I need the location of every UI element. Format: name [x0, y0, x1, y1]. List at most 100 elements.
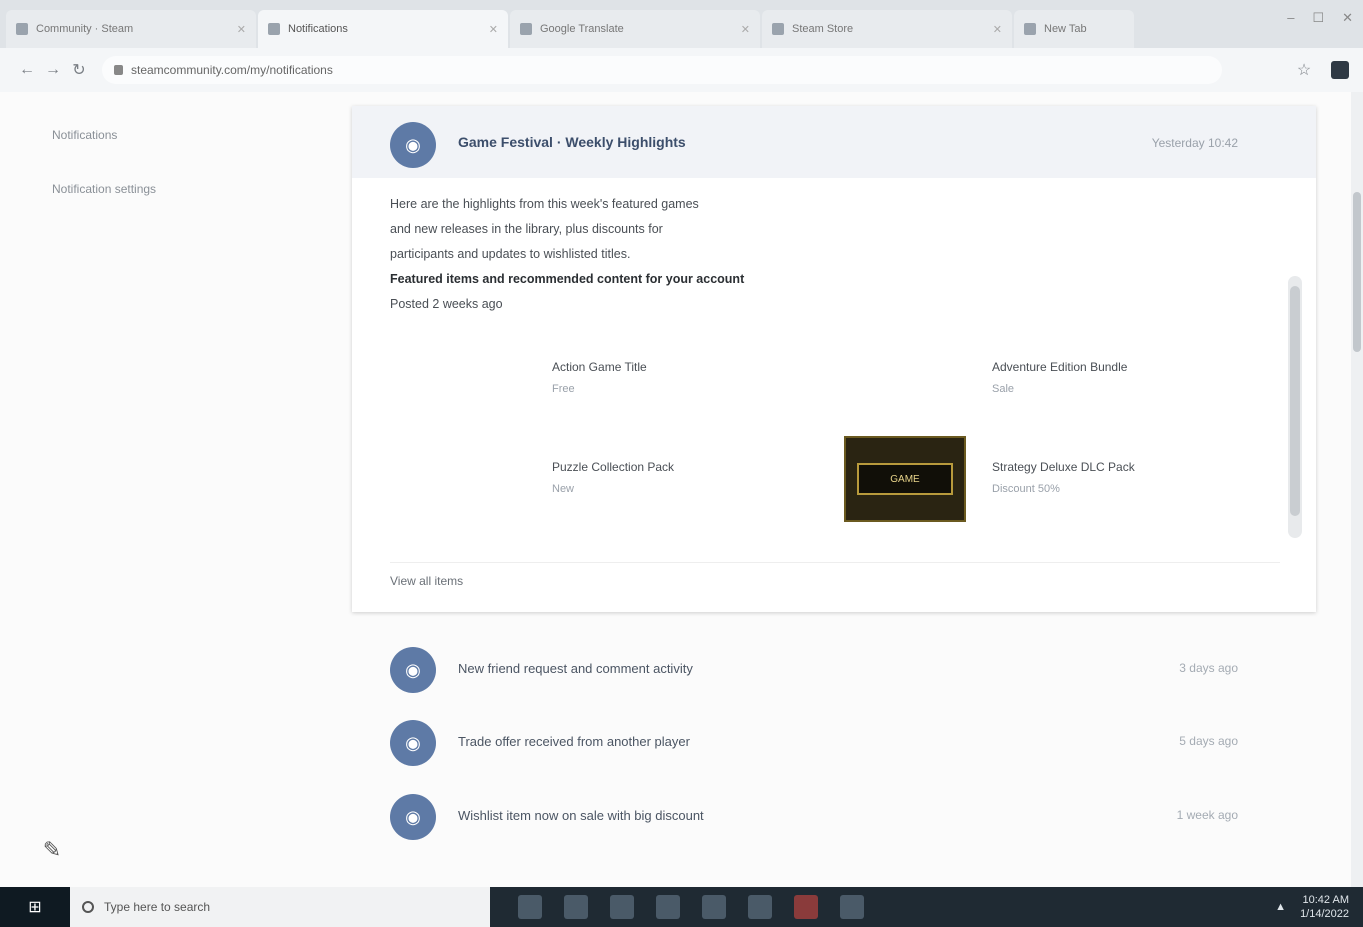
avatar: ◉: [390, 794, 436, 840]
notification-title: Wishlist item now on sale with big disco…: [458, 808, 704, 823]
avatar: ◉: [390, 720, 436, 766]
tab-0[interactable]: Community · Steam ✕: [6, 10, 256, 48]
clock-date: 1/14/2022: [1300, 908, 1349, 920]
extension-icon[interactable]: [1331, 61, 1349, 79]
tab-favicon-icon: [16, 23, 28, 35]
tab-1[interactable]: Notifications ✕: [258, 10, 508, 48]
avatar: ◉: [390, 647, 436, 693]
grid-item-sub: Sale: [992, 383, 1015, 395]
tab-close-icon[interactable]: ✕: [489, 23, 498, 36]
mail-icon[interactable]: [702, 895, 726, 919]
page-scrollbar-thumb[interactable]: [1353, 192, 1361, 352]
tab-favicon-icon: [1024, 23, 1036, 35]
forward-arrow-icon[interactable]: →: [40, 61, 66, 79]
pencil-icon[interactable]: ✎: [34, 832, 70, 868]
avatar: ◉: [390, 122, 436, 168]
app-icon[interactable]: [794, 895, 818, 919]
tab-favicon-icon: [520, 23, 532, 35]
expanded-notification: ◉ Game Festival · Weekly Highlights Yest…: [352, 106, 1316, 612]
tab-3[interactable]: Steam Store ✕: [762, 10, 1012, 48]
browser-icon[interactable]: [610, 895, 634, 919]
list-item[interactable]: ◉ Wishlist item now on sale with big dis…: [352, 784, 1316, 850]
notification-time: Yesterday 10:42: [1151, 136, 1238, 150]
window-controls: – ☐ ✕: [1287, 10, 1353, 26]
grid-item-title: Puzzle Collection Pack: [552, 460, 675, 474]
address-bar[interactable]: steamcommunity.com/my/notifications: [102, 56, 1222, 84]
notification-time: 1 week ago: [1176, 808, 1238, 822]
tab-favicon-icon: [268, 23, 280, 35]
notification-title: Trade offer received from another player: [458, 734, 690, 749]
grid-item-title: Adventure Edition Bundle: [992, 360, 1128, 374]
body-line: Posted 2 weeks ago: [390, 297, 503, 311]
reload-icon[interactable]: ↻: [66, 60, 92, 80]
grid-item-sub: Discount 50%: [992, 483, 1060, 495]
body-line: Here are the highlights from this week's…: [390, 197, 699, 211]
grid-item[interactable]: Adventure Edition Bundle Sale: [992, 356, 1127, 400]
pinned-apps: [518, 895, 864, 919]
body-line: participants and updates to wishlisted t…: [390, 247, 631, 261]
task-view-icon[interactable]: [518, 895, 542, 919]
minimize-button[interactable]: –: [1287, 10, 1294, 26]
network-icon[interactable]: ▲: [1275, 901, 1286, 913]
grid-item-sub: New: [552, 483, 575, 495]
notification-title: Game Festival · Weekly Highlights: [458, 134, 686, 150]
steam-icon[interactable]: [748, 895, 772, 919]
list-item[interactable]: ◉ New friend request and comment activit…: [352, 637, 1316, 703]
tab-4[interactable]: New Tab: [1014, 10, 1134, 48]
tab-2[interactable]: Google Translate ✕: [510, 10, 760, 48]
notification-time: 3 days ago: [1179, 661, 1238, 675]
windows-start-icon[interactable]: ⊞: [0, 887, 70, 927]
sidebar: Notifications Notification settings ✎: [0, 92, 330, 887]
divider: [390, 562, 1280, 563]
close-window-button[interactable]: ✕: [1342, 10, 1353, 26]
tab-label: Notifications: [288, 23, 348, 35]
store-icon[interactable]: [656, 895, 680, 919]
search-icon: [82, 901, 94, 913]
grid-item[interactable]: Strategy Deluxe DLC Pack Discount 50%: [992, 456, 1135, 500]
tab-label: New Tab: [1044, 23, 1087, 35]
address-text: steamcommunity.com/my/notifications: [131, 63, 333, 77]
star-icon[interactable]: ☆: [1291, 60, 1317, 80]
sidebar-link-settings[interactable]: Notification settings: [52, 182, 156, 196]
notification-time: 5 days ago: [1179, 734, 1238, 748]
page-scrollbar[interactable]: [1351, 92, 1363, 887]
tab-close-icon[interactable]: ✕: [237, 23, 246, 36]
notification-header[interactable]: ◉ Game Festival · Weekly Highlights Yest…: [352, 106, 1316, 178]
body-line: Featured items and recommended content f…: [390, 272, 745, 286]
view-all-link[interactable]: View all items: [390, 574, 463, 588]
browser-tab-bar: Community · Steam ✕ Notifications ✕ Goog…: [0, 0, 1363, 48]
grid-item[interactable]: Action Game Title Free: [552, 356, 647, 400]
notification-title: New friend request and comment activity: [458, 661, 693, 676]
file-explorer-icon[interactable]: [564, 895, 588, 919]
thumbnail-label: GAME: [857, 463, 953, 495]
grid-item[interactable]: Puzzle Collection Pack New: [552, 456, 674, 500]
tab-label: Google Translate: [540, 23, 624, 35]
browser-toolbar: ← → ↻ steamcommunity.com/my/notification…: [0, 48, 1363, 92]
list-item[interactable]: ◉ Trade offer received from another play…: [352, 710, 1316, 776]
body-line: and new releases in the library, plus di…: [390, 222, 663, 236]
back-arrow-icon[interactable]: ←: [14, 61, 40, 79]
taskbar: ⊞ Type here to search ▲ 10:42 AM 1/14/20…: [0, 887, 1363, 927]
tab-label: Community · Steam: [36, 23, 134, 35]
card-scrollbar[interactable]: [1288, 276, 1302, 538]
sidebar-link-notifications[interactable]: Notifications: [52, 128, 117, 142]
tab-label: Steam Store: [792, 23, 854, 35]
tab-favicon-icon: [772, 23, 784, 35]
taskbar-search[interactable]: Type here to search: [70, 887, 490, 927]
page-content: Notifications Notification settings ✎ ◉ …: [0, 92, 1363, 887]
notification-body: Here are the highlights from this week's…: [390, 192, 910, 317]
game-thumbnail[interactable]: GAME: [844, 436, 966, 522]
system-tray: ▲ 10:42 AM 1/14/2022: [1275, 893, 1363, 921]
taskbar-search-placeholder: Type here to search: [104, 900, 211, 914]
card-scrollbar-thumb[interactable]: [1290, 286, 1300, 516]
tab-close-icon[interactable]: ✕: [993, 23, 1002, 36]
maximize-button[interactable]: ☐: [1312, 10, 1324, 26]
lock-icon: [114, 65, 123, 75]
grid-item-title: Strategy Deluxe DLC Pack: [992, 460, 1135, 474]
tab-close-icon[interactable]: ✕: [741, 23, 750, 36]
grid-item-title: Action Game Title: [552, 360, 647, 374]
clock-time: 10:42 AM: [1302, 894, 1349, 906]
grid-item-sub: Free: [552, 383, 575, 395]
clock[interactable]: 10:42 AM 1/14/2022: [1300, 893, 1349, 921]
app-icon[interactable]: [840, 895, 864, 919]
